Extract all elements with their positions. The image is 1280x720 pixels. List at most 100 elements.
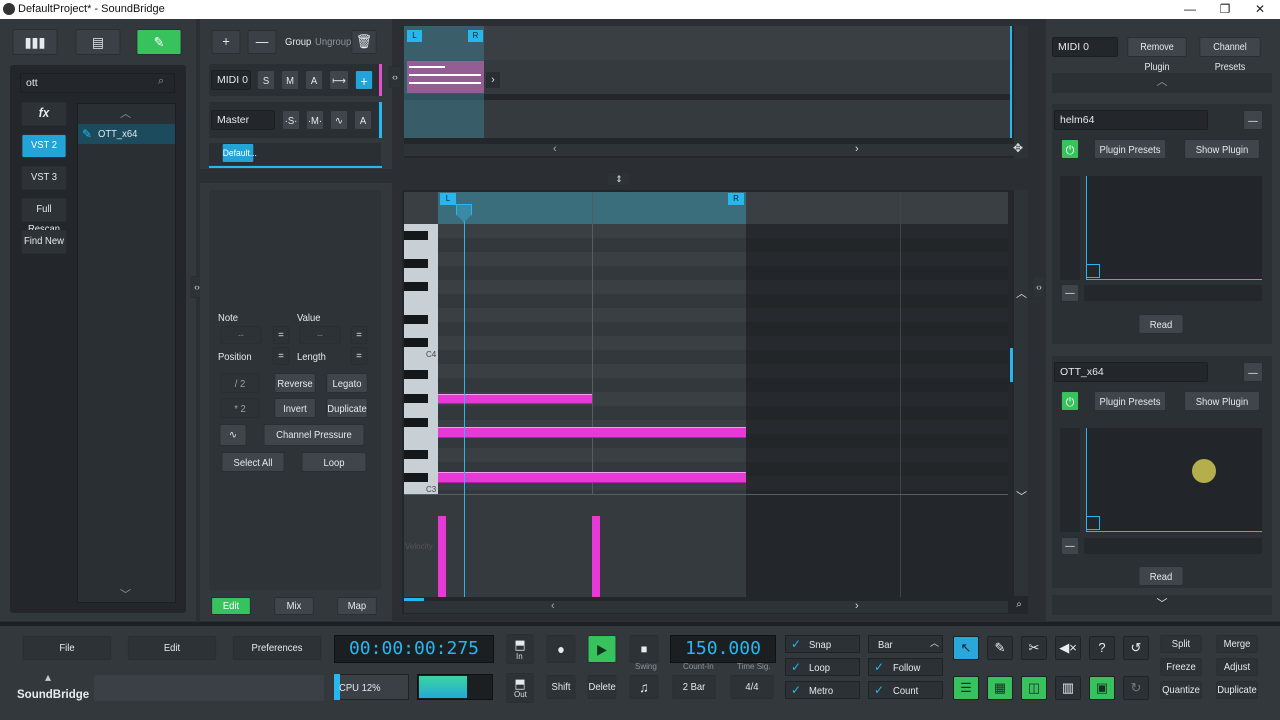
channel-presets-button[interactable]: Channel Presets — [1199, 37, 1261, 73]
record-icon[interactable]: ● — [546, 635, 576, 663]
midi-note[interactable] — [438, 472, 746, 483]
grid-view-icon[interactable]: ▦ — [987, 676, 1013, 700]
time-display[interactable]: 00:00:00:275 — [334, 635, 494, 663]
vst3-filter-button[interactable]: VST 3 — [21, 166, 67, 190]
black-key[interactable] — [404, 370, 428, 379]
help-icon[interactable]: ? — [1089, 636, 1115, 660]
plugin-slot-1-read-button[interactable]: Read — [1138, 314, 1184, 334]
piano-loop-start[interactable]: L — [440, 193, 456, 205]
plugin-slot-2-graph[interactable] — [1086, 428, 1262, 532]
preferences-button[interactable]: Preferences — [232, 636, 322, 660]
ungroup-button[interactable]: Ungroup — [315, 36, 351, 48]
scroll-up-icon[interactable]: ︿ — [120, 105, 131, 121]
plugin-view-icon[interactable]: ✎ — [136, 29, 182, 55]
black-key[interactable] — [404, 473, 428, 482]
metronome-note-icon[interactable]: ♫ — [629, 675, 659, 699]
piano-scroll-right-icon[interactable]: › — [855, 600, 859, 612]
split-button[interactable]: Split — [1160, 635, 1202, 653]
redo-icon[interactable]: ↻ — [1123, 676, 1149, 700]
edit-view-tab[interactable]: Edit — [211, 597, 251, 615]
length-equals-icon[interactable]: = — [350, 347, 368, 365]
browser-view-icon[interactable]: ▤ — [75, 29, 121, 55]
scroll-left-icon[interactable]: ‹ — [553, 143, 557, 155]
black-key[interactable] — [404, 394, 428, 403]
select-all-button[interactable]: Select All — [221, 452, 285, 472]
velocity-bar[interactable] — [438, 516, 446, 597]
play-icon[interactable]: ▶ — [587, 635, 617, 663]
piano-hscroll[interactable] — [404, 601, 1008, 613]
stop-icon[interactable]: ■ — [629, 635, 659, 663]
route-icon[interactable]: ⟼ — [329, 70, 349, 90]
count-in-select[interactable]: 2 Bar — [672, 675, 716, 699]
plugin-slot-2-power-icon[interactable]: ⏻ — [1061, 391, 1079, 411]
plugin-slot-2-read-button[interactable]: Read — [1138, 566, 1184, 586]
plugin-slot-1-power-icon[interactable]: ⏻ — [1061, 139, 1079, 159]
multiply-length-button[interactable]: * 2 — [220, 398, 260, 418]
note-equals-icon[interactable]: = — [272, 326, 290, 344]
plugin-slot-1-presets-button[interactable]: Plugin Presets — [1094, 139, 1166, 159]
file-menu-button[interactable]: File — [22, 636, 112, 660]
black-key[interactable] — [404, 338, 428, 347]
note-stepper[interactable]: -- — [220, 326, 262, 344]
mixer-view-icon[interactable]: ▮▮▮ — [12, 29, 58, 55]
vst2-filter-button[interactable]: VST 2 — [21, 134, 67, 158]
position-equals-icon[interactable]: = — [272, 347, 290, 365]
tab-default[interactable]: Default... — [221, 143, 257, 163]
tracks-view-icon[interactable]: ☰ — [953, 676, 979, 700]
collapse-tracks-icon[interactable]: ‹› — [388, 66, 402, 88]
piano-vscroll[interactable] — [1014, 190, 1028, 596]
automation-view-icon[interactable]: ◫ — [1021, 676, 1047, 700]
remove-plugin-button[interactable]: Remove Plugin — [1127, 37, 1187, 73]
plugin-slot-2-show-button[interactable]: Show Plugin — [1184, 391, 1260, 411]
full-rescan-button[interactable]: Full Rescan — [21, 198, 67, 235]
loop-start-marker[interactable]: L — [407, 30, 422, 42]
plugin-slot-2-scroll[interactable] — [1060, 428, 1080, 532]
minimize-button[interactable]: — — [1175, 1, 1205, 18]
piano-hscroll-thumb[interactable] — [404, 598, 424, 601]
collapse-right-icon[interactable]: ‹› — [1032, 276, 1046, 298]
velocity-bar[interactable] — [592, 516, 600, 597]
plugin-scroll-down-icon[interactable]: ﹀ — [1052, 595, 1272, 615]
legato-button[interactable]: Legato — [326, 373, 368, 393]
arranger-hscroll[interactable] — [404, 144, 1016, 156]
black-key[interactable] — [404, 315, 428, 324]
value-equals-icon[interactable]: = — [350, 326, 368, 344]
solo-button[interactable]: S — [257, 70, 275, 90]
invert-button[interactable]: Invert — [274, 398, 316, 418]
find-new-button[interactable]: Find New — [21, 230, 67, 254]
plugin-slot-1-scroll[interactable] — [1060, 176, 1080, 280]
plugin-slot-1-graph[interactable] — [1086, 176, 1262, 280]
split-toggle-icon[interactable]: ⇕ — [607, 172, 631, 186]
add-track-button[interactable]: + — [211, 30, 241, 54]
midi-note[interactable] — [438, 394, 592, 404]
piano-loop-end[interactable]: R — [728, 193, 744, 205]
close-button[interactable]: ✕ — [1245, 1, 1275, 18]
master-automation-icon[interactable]: ∿ — [330, 110, 348, 130]
velocity-lane[interactable] — [404, 495, 746, 597]
merge-button[interactable]: Merge — [1216, 635, 1258, 653]
tempo-display[interactable]: 150.000 — [670, 635, 776, 663]
pointer-tool-icon[interactable]: ↖ — [953, 636, 979, 660]
scissors-tool-icon[interactable]: ✂ — [1021, 636, 1047, 660]
loop-end-marker[interactable]: R — [468, 30, 483, 42]
mute-button[interactable]: M — [281, 70, 299, 90]
piano-vscroll-thumb[interactable] — [1010, 348, 1013, 382]
black-key[interactable] — [404, 259, 428, 268]
edit-menu-button[interactable]: Edit — [127, 636, 217, 660]
curve-icon[interactable]: ∿ — [219, 424, 247, 446]
plugin-slot-2-remove-button[interactable]: — — [1243, 362, 1263, 382]
divide-length-button[interactable]: / 2 — [220, 373, 260, 393]
browser-search-input[interactable]: ott — [20, 73, 175, 93]
plugin-slot-2-presets-button[interactable]: Plugin Presets — [1094, 391, 1166, 411]
undo-icon[interactable]: ↺ — [1123, 636, 1149, 660]
move-icon[interactable]: ✥ — [1013, 141, 1023, 155]
pencil-tool-icon[interactable]: ✎ — [987, 636, 1013, 660]
arranger-vscroll[interactable] — [1014, 26, 1028, 158]
master-a-button[interactable]: A — [354, 110, 372, 130]
plugin-slot-1-remove-button[interactable]: — — [1243, 110, 1263, 130]
shift-button[interactable]: Shift — [546, 675, 576, 699]
plugin-slot-1-minus-button[interactable]: — — [1061, 284, 1079, 302]
time-sig-select[interactable]: 4/4 — [730, 675, 774, 699]
freeze-button[interactable]: Freeze — [1160, 658, 1202, 676]
trash-icon[interactable]: 🗑 — [351, 30, 377, 54]
